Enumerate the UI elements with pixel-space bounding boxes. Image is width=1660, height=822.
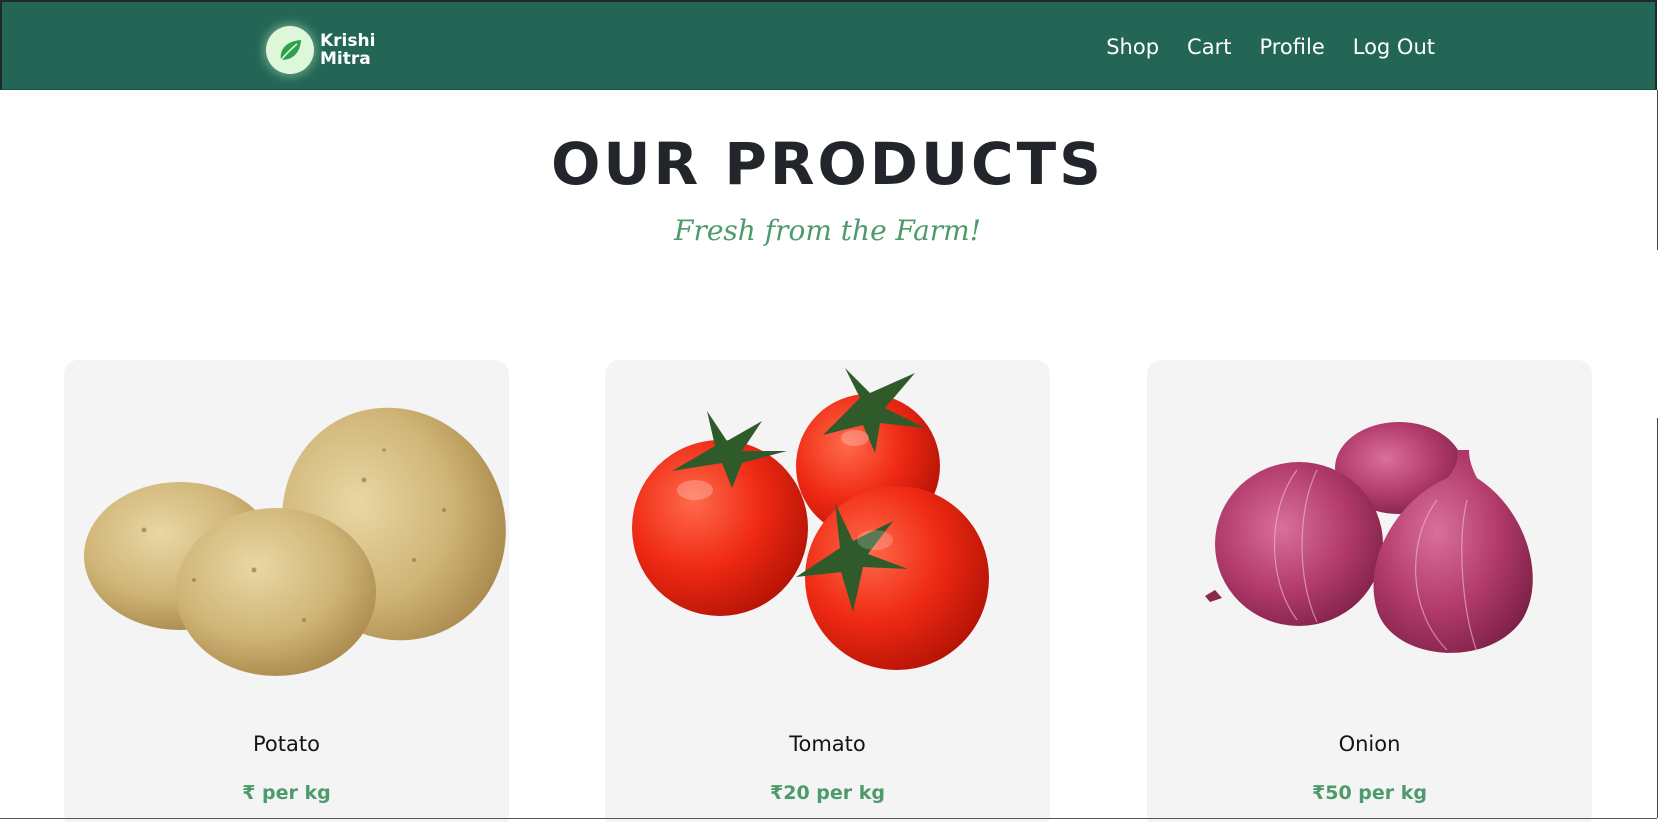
page: Krishi Mitra Shop Cart Profile Log Out O…: [0, 0, 1660, 822]
window-edge-line: [1657, 418, 1658, 818]
product-price: ₹50 per kg: [1312, 782, 1427, 804]
potato-image: [84, 407, 506, 676]
leaf-icon: [266, 26, 314, 74]
onion-image: [1205, 422, 1533, 653]
product-name: Onion: [1338, 732, 1401, 756]
navbar: Krishi Mitra Shop Cart Profile Log Out: [0, 0, 1657, 90]
nav-menu: Shop Cart Profile Log Out: [1078, 2, 1435, 92]
nav-profile-link[interactable]: Profile: [1259, 35, 1324, 59]
nav-shop-link[interactable]: Shop: [1106, 35, 1159, 59]
brand-name-line2: Mitra: [320, 49, 371, 69]
product-name: Potato: [253, 732, 320, 756]
product-card-onion[interactable]: Onion ₹50 per kg: [1147, 360, 1592, 822]
brand-logo[interactable]: Krishi Mitra: [266, 26, 380, 74]
product-name: Tomato: [789, 732, 866, 756]
brand-name-line1: Krishi: [320, 31, 376, 51]
product-price: ₹20 per kg: [770, 782, 885, 804]
page-title: OUR PRODUCTS: [551, 130, 1104, 198]
nav-logout-link[interactable]: Log Out: [1353, 35, 1435, 59]
product-price: ₹ per kg: [242, 782, 331, 804]
tomato-image: [632, 368, 989, 670]
product-card-tomato[interactable]: Tomato ₹20 per kg: [605, 360, 1050, 822]
product-card-potato[interactable]: Potato ₹ per kg: [64, 360, 509, 822]
brand-name: Krishi Mitra: [320, 32, 380, 68]
window-bottom-edge: [0, 818, 1657, 819]
page-subtitle: Fresh from the Farm!: [674, 214, 981, 247]
nav-cart-link[interactable]: Cart: [1187, 35, 1231, 59]
window-edge-line: [1657, 90, 1658, 250]
